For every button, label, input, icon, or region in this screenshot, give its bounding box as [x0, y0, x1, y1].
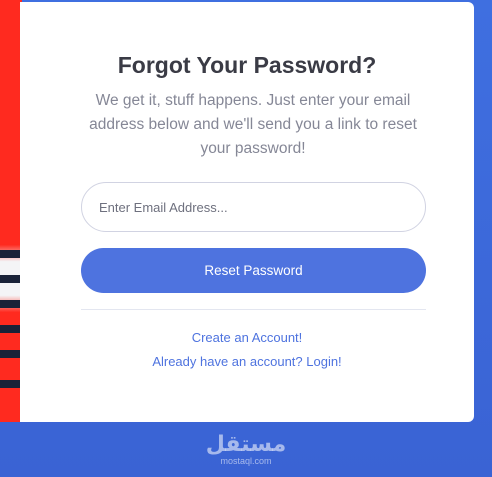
photo-stripe	[0, 350, 22, 358]
email-input[interactable]	[81, 182, 426, 232]
watermark-text: مستقل	[205, 431, 287, 456]
photo-stripe	[0, 250, 22, 258]
watermark-logo: مستقل mostaql.com	[204, 431, 288, 467]
forgot-password-card: Forgot Your Password? We get it, stuff h…	[20, 2, 474, 422]
page-title: Forgot Your Password?	[117, 52, 377, 78]
side-photo	[0, 0, 22, 422]
reset-password-button[interactable]: Reset Password	[81, 248, 426, 293]
page-subtitle: We get it, stuff happens. Just enter you…	[89, 92, 417, 157]
photo-stripe	[0, 325, 22, 333]
watermark-url: mostaql.com	[220, 456, 272, 466]
divider	[81, 309, 426, 310]
photo-stripe	[0, 275, 22, 283]
create-account-link[interactable]: Create an Account!	[20, 330, 474, 345]
photo-stripe	[0, 300, 22, 308]
photo-stripe	[0, 380, 22, 388]
login-link[interactable]: Already have an account? Login!	[20, 354, 474, 369]
